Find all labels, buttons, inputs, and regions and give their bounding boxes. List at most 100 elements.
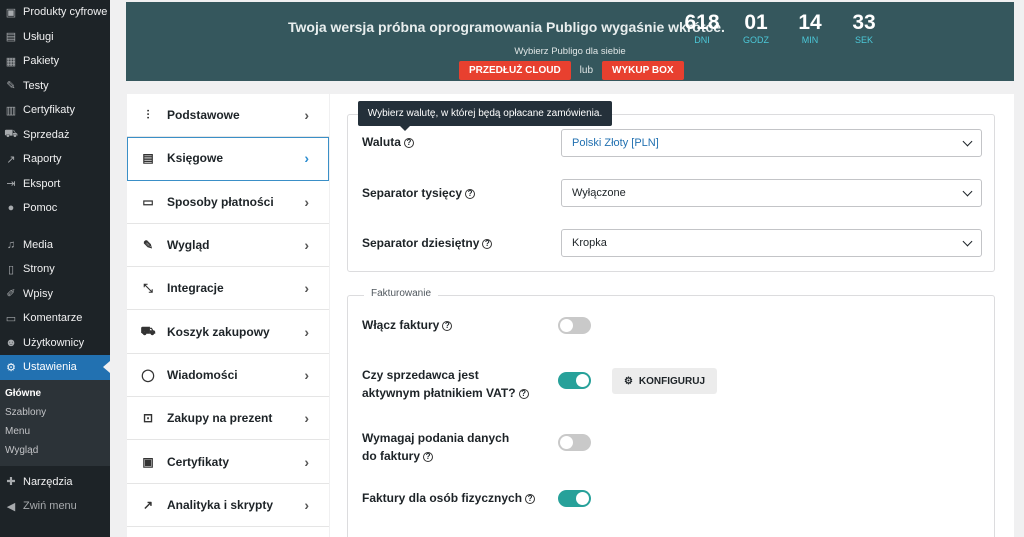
sliders-icon: ⫶ [146,107,150,122]
wp-menu-testy[interactable]: ✎ Testy [0,74,110,99]
pencil-icon: ✎ [142,238,154,253]
wp-menu-uzytkownicy[interactable]: ☻ Użytkownicy [0,331,110,356]
wp-menu-eksport[interactable]: ⇥ Eksport [0,172,110,197]
services-icon: ▤ [5,31,17,44]
wp-menu-produkty[interactable]: ▣ Produkty cyfrowe [0,0,110,25]
invoicing-fieldset: Fakturowanie Włącz faktury? Czy sprzedaw… [347,288,995,537]
settings-content: Waluta? Polski Złoty [PLN] Separator tys… [330,94,1014,537]
chevron-right-icon: › [304,150,309,167]
packages-icon: ▦ [5,55,17,68]
chevron-right-icon: › [304,107,309,124]
settings-nav-integracje[interactable]: ⤡ Integracje › [127,267,329,311]
thousands-separator-label: Separator tysięcy? [362,184,476,202]
help-icon[interactable]: ? [518,389,529,399]
settings-nav-wiadomosci[interactable]: ◯ Wiadomości › [127,354,329,398]
individuals-invoices-label: Faktury dla osób fizycznych? [362,489,536,507]
settings-nav-koszyk[interactable]: ⛟ Koszyk zakupowy › [127,310,329,354]
currency-select[interactable]: Polski Złoty [PLN] [561,129,982,157]
wp-menu-media[interactable]: ♫ Media [0,233,110,258]
chevron-right-icon: › [304,323,309,340]
trial-message: Twoja wersja próbna oprogramowania Publi… [288,19,725,35]
settings-nav-podstawowe[interactable]: ⫶ Podstawowe › [127,94,329,138]
help-icon[interactable]: ? [465,189,476,199]
buy-box-button[interactable]: WYKUP BOX [602,61,684,80]
pages-icon: ▯ [7,263,15,276]
settings-nav-certyfikaty[interactable]: ▣ Certyfikaty › [127,440,329,484]
toggle-knob [560,319,573,332]
currency-tooltip: Wybierz walutę, w której będą opłacane z… [358,101,612,131]
chevron-down-icon [962,236,973,247]
wp-menu-komentarze[interactable]: ▭ Komentarze [0,306,110,331]
invoicing-legend: Fakturowanie [364,288,439,299]
wp-menu-uslugi[interactable]: ▤ Usługi [0,25,110,50]
settings-nav-prezent[interactable]: ⊡ Zakupy na prezent › [127,397,329,441]
wrench-icon: ✚ [6,476,16,489]
chevron-down-icon [962,136,973,147]
users-icon: ☻ [5,336,17,349]
require-data-label: Wymagaj podania danych do faktury? [362,431,510,463]
chart-icon: ↗ [6,153,16,166]
settings-nav-platnosci[interactable]: ▭ Sposoby płatności › [127,181,329,224]
wp-menu-ustawienia[interactable]: ⚙ Ustawienia [0,355,110,380]
media-icon: ♫ [6,238,16,251]
currency-fieldset: Waluta? Polski Złoty [PLN] Separator tys… [347,114,995,272]
wp-collapse-menu[interactable]: ◀ Zwiń menu [0,494,110,519]
gear-icon: ⚙ [623,375,633,387]
collapse-icon: ◀ [6,500,16,513]
toggle-knob [560,436,573,449]
settings-nav-analityka[interactable]: ↗ Analityka i skrypty › [127,484,329,527]
wp-submenu-szablony[interactable]: Szablony [0,403,110,422]
currency-label: Waluta? [362,133,414,151]
decimal-separator-select[interactable]: Kropka [561,229,982,257]
banner-buttons: PRZEDŁUŻ CLOUD lub WYKUP BOX [459,61,684,80]
product-icon: ▣ [5,6,17,19]
help-icon[interactable]: ? [442,321,453,331]
chevron-right-icon: › [304,237,309,254]
certificate-icon: ▣ [142,454,154,469]
pin-icon: ✐ [6,288,16,301]
wp-menu-narzedzia[interactable]: ✚ Narzędzia [0,470,110,495]
chevron-down-icon [962,186,973,197]
countdown-hours: 01 GODZ [743,11,769,46]
message-icon: ◯ [141,367,155,382]
wp-menu-pomoc[interactable]: ● Pomoc [0,196,110,221]
help-icon: ● [7,202,15,215]
wp-menu-pakiety[interactable]: ▦ Pakiety [0,49,110,74]
enable-invoices-toggle[interactable] [558,317,591,334]
tests-icon: ✎ [6,80,16,93]
extend-cloud-button[interactable]: PRZEDŁUŻ CLOUD [459,61,571,80]
document-icon: ▤ [142,151,154,166]
require-data-toggle[interactable] [558,434,591,451]
comments-icon: ▭ [5,312,17,325]
configure-button[interactable]: ⚙ KONFIGURUJ [612,368,717,394]
chevron-right-icon: › [304,366,309,383]
wp-menu-wpisy[interactable]: ✐ Wpisy [0,282,110,307]
wp-submenu-wyglad[interactable]: Wygląd [0,441,110,460]
enable-invoices-label: Włącz faktury? [362,316,453,334]
wp-submenu-menu[interactable]: Menu [0,422,110,441]
wp-menu-raporty[interactable]: ↗ Raporty [0,147,110,172]
help-icon[interactable]: ? [403,138,414,148]
wp-menu-separator [0,221,110,233]
settings-icon: ⚙ [6,361,16,374]
settings-nav-wyglad[interactable]: ✎ Wygląd › [127,224,329,268]
wp-submenu-glowne[interactable]: Główne [0,384,110,403]
decimal-separator-label: Separator dziesiętny? [362,234,493,252]
chevron-right-icon: › [304,193,309,210]
integrations-icon: ⤡ [143,280,153,295]
wp-menu-certyfikaty[interactable]: ▥ Certyfikaty [0,98,110,123]
vat-payer-toggle[interactable] [558,372,591,389]
gift-icon: ⊡ [142,411,154,426]
help-icon[interactable]: ? [525,494,536,504]
settings-nav-ksiegowe[interactable]: ▤ Księgowe › [127,137,329,181]
wp-menu-sprzedaz[interactable]: ⛟ Sprzedaż [0,123,110,148]
help-icon[interactable]: ? [423,452,434,462]
analytics-icon: ↗ [142,497,154,512]
thousands-separator-select[interactable]: Wyłączone [561,179,982,207]
chevron-right-icon: › [304,496,309,513]
wp-admin-sidebar: ▣ Produkty cyfrowe ▤ Usługi ▦ Pakiety ✎ Test… [0,0,110,537]
help-icon[interactable]: ? [482,239,493,249]
individuals-invoices-toggle[interactable] [558,490,591,507]
wp-menu-strony[interactable]: ▯ Strony [0,257,110,282]
chevron-right-icon: › [304,410,309,427]
